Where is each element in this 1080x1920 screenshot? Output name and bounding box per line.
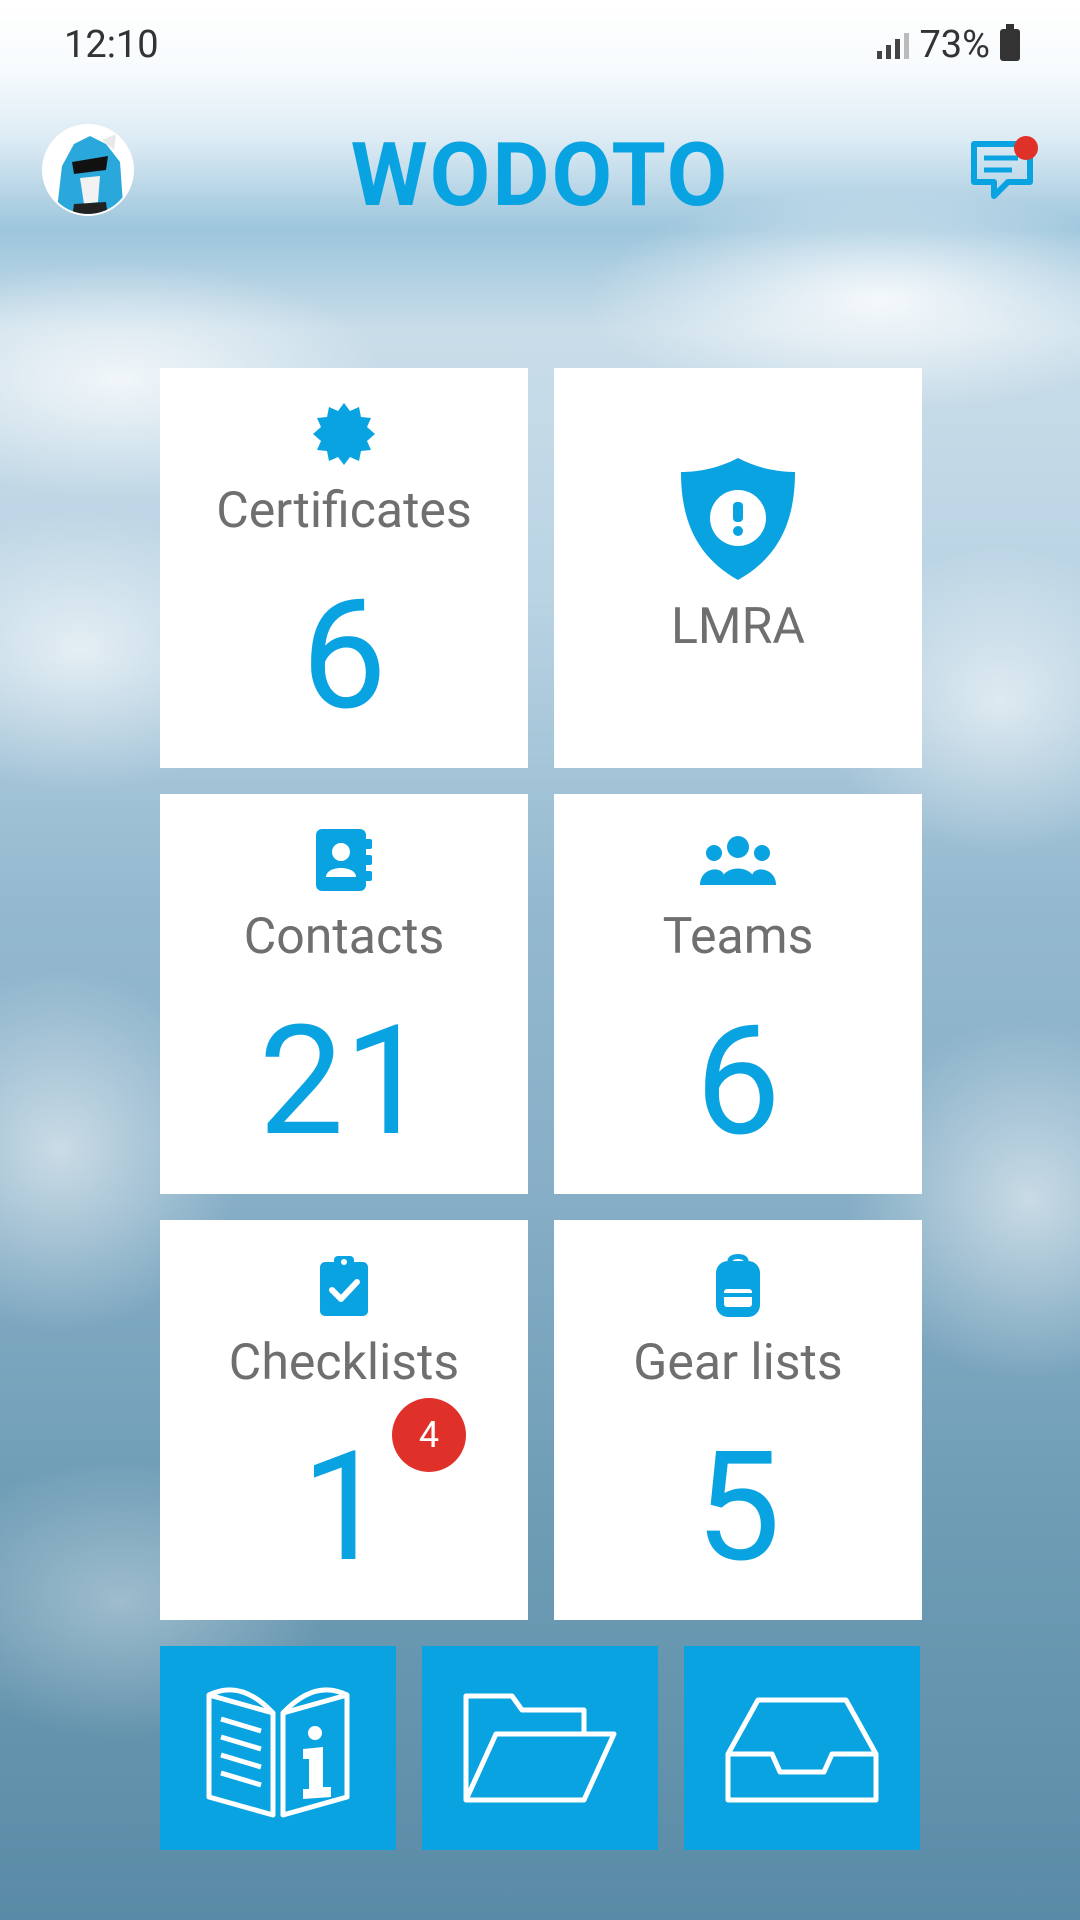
app-header: WODOTO xyxy=(0,120,1080,230)
certificate-badge-icon xyxy=(311,402,377,466)
battery-icon xyxy=(1000,24,1020,61)
inbox-tray-icon xyxy=(725,1697,879,1803)
status-time: 12:10 xyxy=(64,23,159,67)
inbox-button[interactable] xyxy=(684,1646,920,1850)
tile-count: 6 xyxy=(695,993,781,1171)
tile-count: 1 xyxy=(301,1419,387,1597)
tile-label: LMRA xyxy=(670,598,805,656)
tile-label: Gear lists xyxy=(633,1334,843,1392)
tile-certificates[interactable]: Certificates 6 xyxy=(160,368,528,768)
tile-label: Certificates xyxy=(216,482,472,540)
tile-gear-lists[interactable]: Gear lists 5 xyxy=(554,1220,922,1620)
notification-dot xyxy=(1014,136,1038,160)
tile-contacts[interactable]: Contacts 21 xyxy=(160,794,528,1194)
folder-open-icon xyxy=(463,1693,617,1803)
tile-label: Checklists xyxy=(228,1334,460,1392)
info-button[interactable] xyxy=(160,1646,396,1850)
tile-teams[interactable]: Teams 6 xyxy=(554,794,922,1194)
info-book-icon xyxy=(206,1687,350,1818)
tile-count: 5 xyxy=(695,1419,781,1597)
battery-percent: 73% xyxy=(919,23,990,67)
shield-alert-icon xyxy=(677,454,799,584)
messages-button[interactable] xyxy=(968,134,1040,206)
tile-label: Contacts xyxy=(243,908,445,966)
app-title: WODOTO xyxy=(350,124,730,227)
status-indicators: 73% xyxy=(877,23,1020,67)
tile-checklists[interactable]: Checklists 1 4 xyxy=(160,1220,528,1620)
team-icon xyxy=(698,828,778,892)
status-bar: 12:10 73% xyxy=(0,0,1080,90)
signal-icon xyxy=(877,31,910,59)
chat-icon xyxy=(971,136,1038,199)
notification-badge: 4 xyxy=(392,1398,466,1472)
tile-lmra[interactable]: LMRA xyxy=(554,368,922,768)
backpack-icon xyxy=(713,1254,763,1318)
tile-label: Teams xyxy=(662,908,814,966)
clipboard-check-icon xyxy=(318,1254,370,1318)
tile-count: 21 xyxy=(258,993,430,1171)
documents-button[interactable] xyxy=(422,1646,658,1850)
address-book-icon xyxy=(314,828,374,892)
tile-count: 6 xyxy=(301,567,387,745)
